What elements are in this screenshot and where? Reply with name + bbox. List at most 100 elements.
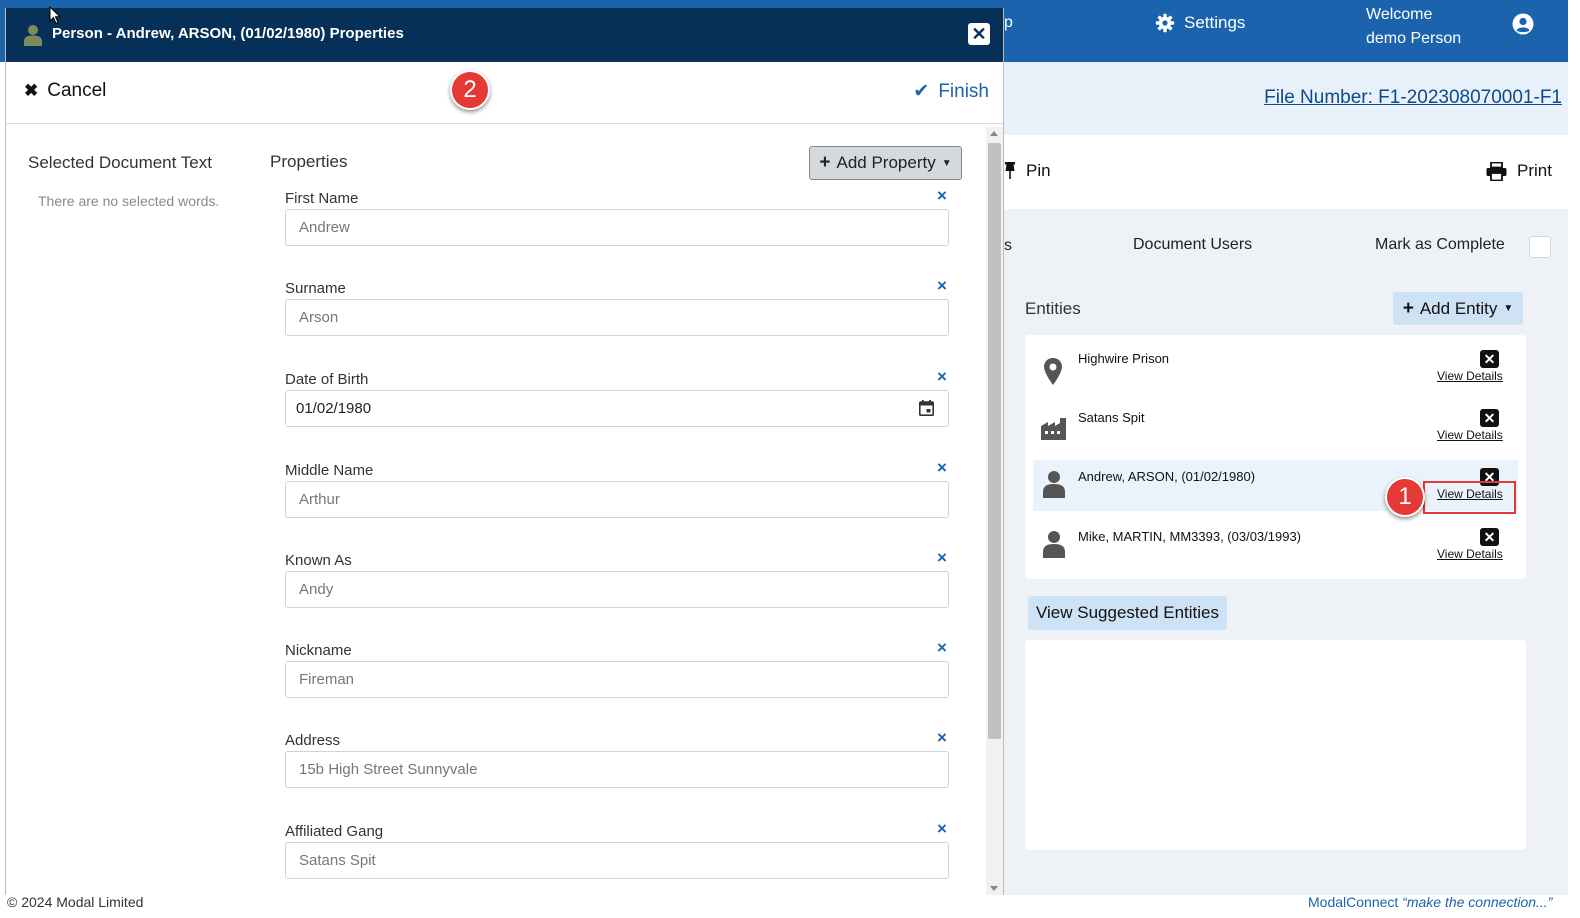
scroll-down-arrow-icon[interactable] — [990, 886, 998, 891]
footer-copyright: © 2024 Modal Limited — [7, 894, 144, 910]
modal-title: Person - Andrew, ARSON, (01/02/1980) Pro… — [52, 25, 404, 42]
person-icon — [1043, 471, 1065, 498]
modal-scrollbar[interactable] — [986, 127, 1003, 895]
document-toolbar: Pin Print — [1004, 135, 1568, 209]
entities-heading: Entities — [1025, 299, 1081, 318]
help-menu-fragment[interactable]: p — [1004, 14, 1013, 32]
modal-action-bar: ✖ Cancel ✔ Finish — [6, 62, 1003, 124]
entity-item: Mike, MARTIN, MM3393, (03/03/1993) ✕ Vie… — [1033, 520, 1518, 571]
mark-complete-checkbox[interactable] — [1529, 236, 1551, 258]
entity-name: Mike, MARTIN, MM3393, (03/03/1993) — [1078, 529, 1302, 544]
annotation-highlight-box — [1423, 481, 1516, 514]
entity-item: Highwire Prison ✕ View Details — [1033, 342, 1518, 393]
factory-icon — [1041, 418, 1066, 440]
check-icon: ✔ — [913, 81, 930, 102]
mouse-cursor-icon — [49, 6, 61, 25]
tab-fragment[interactable]: s — [1004, 237, 1012, 255]
add-property-label: Add Property — [836, 153, 936, 172]
caret-down-icon: ▼ — [1503, 303, 1514, 314]
document-side-panel: s Document Users Mark as Complete Entiti… — [1004, 209, 1568, 895]
view-details-link[interactable]: View Details — [1437, 428, 1503, 442]
view-suggested-entities-button[interactable]: View Suggested Entities — [1028, 596, 1227, 630]
welcome-text: Welcome demo Person — [1366, 3, 1461, 51]
plus-icon: + — [819, 152, 831, 173]
nickname-input[interactable] — [285, 661, 949, 698]
add-property-button[interactable]: + Add Property ▼ — [809, 146, 962, 180]
user-name: demo Person — [1366, 30, 1462, 47]
view-details-link[interactable]: View Details — [1437, 547, 1503, 561]
remove-property-icon[interactable]: × — [937, 548, 947, 568]
print-button[interactable]: Print — [1486, 161, 1552, 181]
scroll-up-arrow-icon[interactable] — [990, 131, 998, 136]
remove-property-icon[interactable]: × — [937, 276, 947, 296]
entity-name: Andrew, ARSON, (01/02/1980) — [1078, 469, 1256, 484]
footer-tagline: “make the connection...” — [1402, 894, 1553, 910]
properties-modal: Person - Andrew, ARSON, (01/02/1980) Pro… — [5, 8, 1004, 895]
settings-menu[interactable]: Settings — [1155, 13, 1245, 33]
remove-property-icon[interactable]: × — [937, 367, 947, 387]
file-number-band: File Number: F1-202308070001-F1 — [1004, 62, 1568, 135]
map-marker-icon — [1044, 358, 1062, 385]
property-label: Surname — [285, 280, 346, 297]
cancel-label: Cancel — [47, 80, 107, 101]
pin-button[interactable]: Pin — [1004, 161, 1051, 181]
print-label: Print — [1517, 161, 1552, 180]
first-name-input[interactable] — [285, 209, 949, 246]
cancel-button[interactable]: ✖ Cancel — [24, 80, 106, 102]
welcome-line: Welcome — [1366, 6, 1433, 23]
entities-list: Highwire Prison ✕ View Details Satans Sp… — [1025, 335, 1526, 579]
remove-entity-icon[interactable]: ✕ — [1480, 528, 1499, 546]
remove-property-icon[interactable]: × — [937, 186, 947, 206]
property-label: Affiliated Gang — [285, 823, 384, 840]
user-circle-icon[interactable] — [1512, 13, 1534, 35]
thumbtack-icon — [1005, 162, 1015, 179]
mark-complete-label: Mark as Complete — [1375, 236, 1505, 253]
known-as-input[interactable] — [285, 571, 949, 608]
pin-label: Pin — [1026, 161, 1051, 180]
address-input[interactable] — [285, 751, 949, 788]
calendar-icon[interactable] — [919, 400, 934, 416]
printer-icon — [1486, 161, 1507, 181]
selected-text-heading: Selected Document Text — [28, 153, 212, 172]
middle-name-input[interactable] — [285, 481, 949, 518]
footer-brand[interactable]: ModalConnect “make the connection...” — [1308, 894, 1552, 910]
plus-icon: + — [1402, 297, 1414, 319]
close-icon[interactable]: ✕ — [968, 23, 990, 45]
settings-label: Settings — [1184, 13, 1246, 32]
add-entity-label: Add Entity — [1419, 298, 1498, 318]
remove-property-icon[interactable]: × — [937, 819, 947, 839]
property-label: Known As — [285, 552, 352, 569]
remove-property-icon[interactable]: × — [937, 638, 947, 658]
tab-document-users[interactable]: Document Users — [1133, 236, 1252, 254]
caret-down-icon: ▼ — [941, 157, 952, 169]
finish-button[interactable]: ✔ Finish — [913, 80, 989, 103]
times-icon: ✖ — [24, 81, 39, 100]
scrollbar-thumb[interactable] — [988, 143, 1001, 739]
remove-property-icon[interactable]: × — [937, 458, 947, 478]
person-icon — [24, 25, 42, 46]
property-label: Address — [285, 732, 341, 749]
add-entity-button[interactable]: + Add Entity ▼ — [1393, 292, 1523, 325]
property-label: Middle Name — [285, 462, 374, 479]
view-details-link[interactable]: View Details — [1437, 369, 1503, 383]
property-label: Date of Birth — [285, 371, 369, 388]
entity-name: Highwire Prison — [1078, 351, 1170, 366]
finish-label: Finish — [938, 80, 989, 102]
property-label: Nickname — [285, 642, 352, 659]
selected-text-panel: Selected Document Text There are no sele… — [28, 153, 258, 209]
remove-property-icon[interactable]: × — [937, 728, 947, 748]
entity-name: Satans Spit — [1078, 410, 1145, 425]
file-number-link[interactable]: File Number: F1-202308070001-F1 — [1264, 87, 1562, 109]
remove-entity-icon[interactable]: ✕ — [1480, 409, 1499, 427]
footer-brand-name: ModalConnect — [1308, 894, 1403, 910]
annotation-badge-2: 2 — [450, 70, 490, 110]
surname-input[interactable] — [285, 299, 949, 336]
selected-text-empty-message: There are no selected words. — [38, 193, 220, 209]
gear-icon — [1155, 13, 1175, 33]
date-of-birth-input[interactable] — [285, 390, 949, 427]
property-label: First Name — [285, 190, 359, 207]
modal-title-bar: Person - Andrew, ARSON, (01/02/1980) Pro… — [6, 8, 1003, 62]
suggested-entities-panel — [1025, 640, 1526, 850]
affiliated-gang-input[interactable] — [285, 842, 949, 879]
remove-entity-icon[interactable]: ✕ — [1480, 350, 1499, 368]
